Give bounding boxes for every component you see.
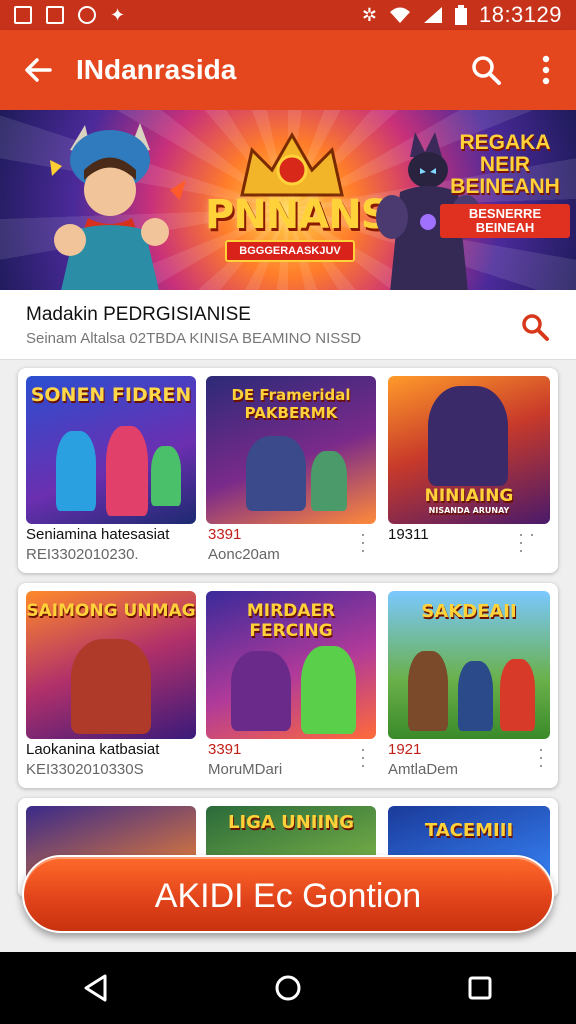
game-tile-character	[231, 651, 291, 731]
hero-banner[interactable]: PNNANSIA BGGGERAASKJUV REGAKA NEIR BEINE…	[0, 110, 576, 290]
tile-more-button[interactable]: · · ·	[360, 525, 366, 559]
tile-more-button[interactable]: · · ·	[538, 740, 544, 774]
game-tile-title: NINIAING	[424, 486, 514, 506]
game-tile-code: REI3302010230.	[26, 546, 139, 563]
game-tile-count: 1921	[388, 741, 422, 758]
game-tile-character	[408, 651, 448, 731]
hero-warrior-character	[50, 123, 186, 290]
map-pin-icon	[78, 6, 96, 24]
game-row-card: SAIMONG UNMAG MIRDAER FERCING SAKDEAII L…	[18, 583, 558, 788]
arrow-left-icon	[25, 58, 52, 82]
game-tile-character	[71, 639, 151, 734]
more-vert-icon	[542, 55, 550, 85]
tile-more-button[interactable]: · · ·	[360, 740, 366, 774]
recents-square-icon	[468, 976, 492, 1000]
app-bar: INdanrasida	[0, 30, 576, 110]
battery-icon	[454, 5, 467, 25]
nav-back-button[interactable]	[66, 958, 126, 1018]
more-options-button[interactable]	[516, 30, 576, 110]
section-search-icon[interactable]	[520, 312, 550, 342]
game-tile[interactable]: MIRDAER FERCING	[206, 591, 376, 739]
hero-ribbon: BGGGERAASKJUV	[225, 240, 355, 262]
clock: 18:3129	[478, 2, 562, 27]
section-title: Madakin PEDRGISIANISE	[26, 304, 251, 325]
game-tile-character	[301, 646, 356, 734]
section-subtitle: Seinam Altalsa 02TBDA KINISA BEAMINO NIS…	[26, 330, 362, 347]
game-tile-title: LIGA UNIING	[227, 812, 355, 833]
game-tile-count: 3391	[208, 741, 242, 758]
game-tile-character	[428, 386, 508, 486]
game-tile-character	[56, 431, 96, 511]
primary-cta-button[interactable]: AKIDI Ec Gontion	[22, 855, 554, 933]
system-nav-bar	[0, 952, 576, 1024]
game-tile-label: MoruMDari	[208, 761, 283, 778]
game-tile-title: DE Frameridal PAKBERMK	[231, 386, 351, 422]
gallery-icon	[14, 6, 32, 24]
vibrate-icon: ✲	[361, 4, 377, 25]
game-tile-label: Aonc20am	[208, 546, 280, 563]
section-header: Madakin PEDRGISIANISE Seinam Altalsa 02T…	[0, 290, 576, 360]
tile-more-button[interactable]: · · · ·	[518, 525, 535, 559]
nav-recents-button[interactable]	[450, 958, 510, 1018]
back-button[interactable]	[0, 30, 76, 110]
game-tile-label: AmtlaDem	[388, 761, 459, 778]
hero-promo: REGAKA NEIR BEINEANH BESNERRE BEINEAH	[440, 132, 570, 238]
game-tile-count: 3391	[208, 526, 242, 543]
game-tile[interactable]: SONEN FIDREN	[26, 376, 196, 524]
signal-icon	[423, 7, 442, 23]
hero-crown-emblem	[240, 131, 344, 197]
back-triangle-icon	[84, 974, 107, 1002]
game-tile-title: SAIMONG UNMAG	[26, 601, 196, 621]
game-tile[interactable]: NINIAING NISANDA ARUNAY	[388, 376, 550, 524]
hero-promo-badge: BESNERRE BEINEAH	[440, 204, 570, 238]
game-row-card: SONEN FIDREN DE Frameridal PAKBERMK NINI…	[18, 368, 558, 573]
game-tile-character	[311, 451, 347, 511]
wifi-icon	[389, 7, 410, 23]
game-tile[interactable]: SAIMONG UNMAG	[26, 591, 196, 739]
nav-home-button[interactable]	[258, 958, 318, 1018]
game-tile-character	[458, 661, 493, 731]
hero-promo-title: REGAKA NEIR BEINEANH	[450, 131, 560, 198]
game-icon: ✦	[110, 4, 126, 25]
game-tile-code: KEI3302010330S	[26, 761, 144, 778]
game-tile-title: TACEMIII	[424, 820, 514, 841]
game-tile-title: SAKDEAII	[421, 601, 517, 622]
game-tile[interactable]: DE Frameridal PAKBERMK	[206, 376, 376, 524]
game-tile[interactable]: SAKDEAII	[388, 591, 550, 739]
game-tile-name: Laokanina katbasiat	[26, 741, 160, 758]
game-tile-character	[246, 436, 306, 511]
game-tile-title: MIRDAER FERCING	[246, 601, 336, 641]
game-tile-count: 19311	[388, 526, 429, 543]
photo-icon	[46, 6, 64, 24]
search-icon	[472, 56, 501, 85]
status-bar: ✦ ✲ 18:3129	[0, 0, 576, 30]
game-tile-subtitle: NISANDA ARUNAY	[428, 506, 510, 515]
game-tile-name: Seniamina hatesasiat	[26, 526, 170, 543]
game-tile-title: SONEN FIDREN	[30, 384, 192, 406]
game-tile-character	[106, 426, 148, 516]
app-title: INdanrasida	[76, 54, 237, 85]
game-tile-character	[500, 659, 535, 731]
home-circle-icon	[275, 975, 301, 1001]
search-button[interactable]	[456, 30, 516, 110]
game-tile-character	[151, 446, 181, 506]
